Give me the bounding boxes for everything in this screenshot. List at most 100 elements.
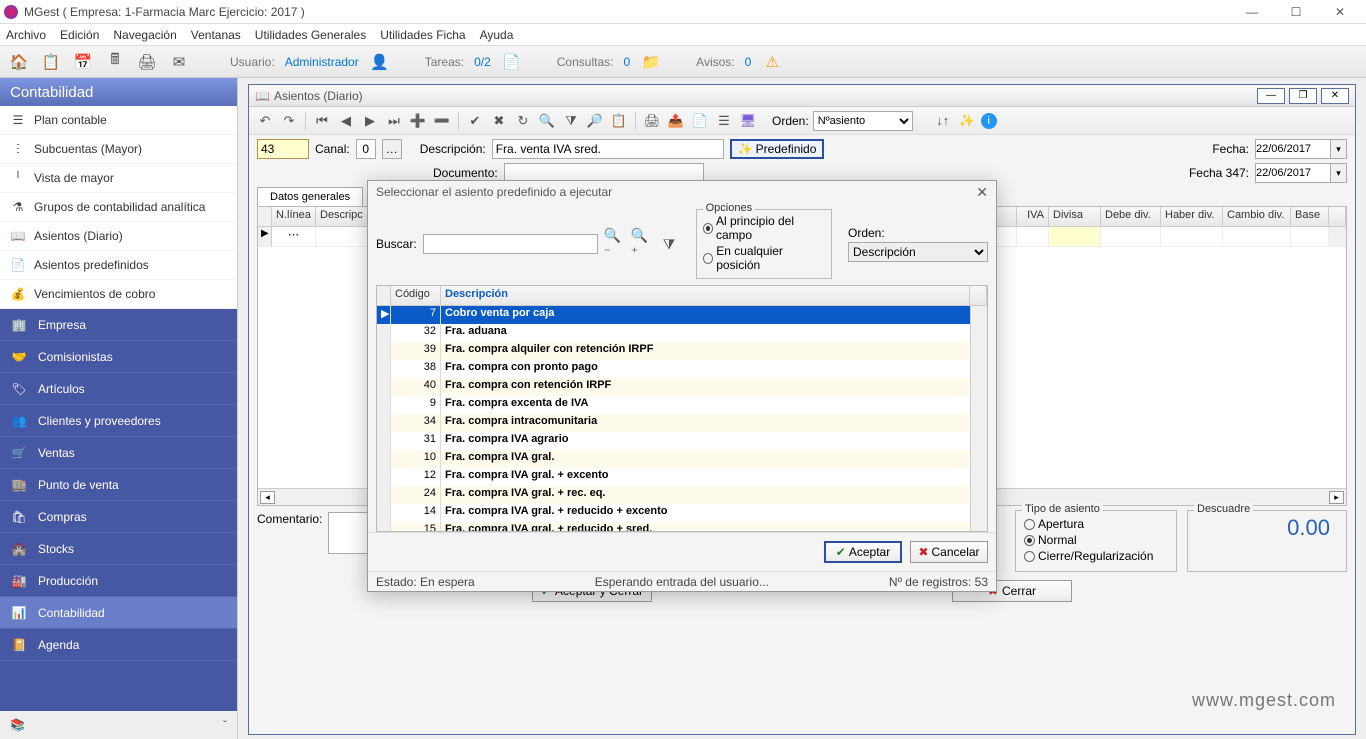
asiento-num-input[interactable] (257, 139, 309, 159)
tree-vista-mayor[interactable]: ╵Vista de mayor (0, 164, 237, 193)
modal-row[interactable]: 32Fra. aduana (377, 324, 987, 342)
canal-input[interactable] (356, 139, 376, 159)
col-descripcion[interactable]: Descripción (441, 286, 970, 305)
col-haberdiv[interactable]: Haber div. (1161, 207, 1223, 226)
col-iva[interactable]: IVA (1017, 207, 1049, 226)
menu-navegacion[interactable]: Navegación (113, 28, 176, 42)
book-icon[interactable]: 📚 (10, 718, 25, 732)
modal-row[interactable]: 12Fra. compra IVA gral. + excento (377, 468, 987, 486)
first-icon[interactable]: ⏮ (312, 111, 332, 131)
modal-vscroll[interactable] (970, 306, 987, 531)
tree-grupos-analitica[interactable]: ⚗Grupos de contabilidad analítica (0, 193, 237, 222)
buscar-input[interactable] (423, 234, 598, 254)
chevron-down-icon[interactable]: ˇ (223, 718, 227, 732)
section-compras[interactable]: 🛍Compras (0, 501, 237, 533)
minimize-button[interactable]: — (1230, 0, 1274, 24)
fecha347-input[interactable] (1255, 163, 1331, 183)
tasks-icon[interactable]: 📄 (501, 51, 523, 73)
orden-select[interactable]: Nºasiento (813, 111, 913, 131)
menu-utilidades-generales[interactable]: Utilidades Generales (255, 28, 366, 42)
mail-icon[interactable]: ✉ (168, 51, 190, 73)
print-icon[interactable]: 🖨 (136, 51, 158, 73)
folder-icon[interactable]: 📁 (640, 51, 662, 73)
modal-row[interactable]: 31Fra. compra IVA agrario (377, 432, 987, 450)
modal-row[interactable]: 10Fra. compra IVA gral. (377, 450, 987, 468)
scroll-right[interactable]: ▸ (1329, 491, 1344, 504)
radio-apertura[interactable]: Apertura (1024, 517, 1168, 531)
home-icon[interactable]: 🏠 (8, 51, 30, 73)
col-base[interactable]: Base (1291, 207, 1329, 226)
child-restore[interactable]: ❐ (1289, 88, 1317, 104)
menu-edicion[interactable]: Edición (60, 28, 99, 42)
section-ventas[interactable]: 🛒Ventas (0, 437, 237, 469)
tab-datos-generales[interactable]: Datos generales (257, 187, 363, 206)
calc-icon[interactable]: 🖩 (104, 51, 126, 73)
radio-principio[interactable]: Al principio del campo (703, 214, 825, 242)
col-debediv[interactable]: Debe div. (1101, 207, 1161, 226)
col-nlinea[interactable]: N.línea (272, 207, 316, 226)
last-icon[interactable]: ⏭ (384, 111, 404, 131)
search-icon[interactable]: 🔍 (537, 111, 557, 131)
descripcion-input[interactable] (492, 139, 724, 159)
zoom-out-icon[interactable]: 🔍⁻ (604, 233, 625, 255)
redo-icon[interactable]: ↷ (279, 111, 299, 131)
section-empresa[interactable]: 🏢Empresa (0, 309, 237, 341)
radio-normal[interactable]: Normal (1024, 533, 1168, 547)
radio-cualquier[interactable]: En cualquier posición (703, 244, 825, 272)
modal-row[interactable]: 14Fra. compra IVA gral. + reducido + exc… (377, 504, 987, 522)
modal-grid[interactable]: Código Descripción ▶7Cobro venta por caj… (376, 285, 988, 532)
section-articulos[interactable]: 🏷Artículos (0, 373, 237, 405)
menu-archivo[interactable]: Archivo (6, 28, 46, 42)
section-agenda[interactable]: 📔Agenda (0, 629, 237, 661)
modal-cancelar-button[interactable]: ✖Cancelar (910, 541, 988, 563)
zoom-in-icon[interactable]: 🔍⁺ (631, 233, 652, 255)
filter-icon[interactable]: ⧩ (658, 233, 679, 255)
wand-icon[interactable]: ✨ (957, 111, 977, 131)
zoom-icon[interactable]: 🔎 (585, 111, 605, 131)
section-contabilidad[interactable]: 📊Contabilidad (0, 597, 237, 629)
refresh-icon[interactable]: ↻ (513, 111, 533, 131)
list-icon[interactable]: ☰ (714, 111, 734, 131)
printer-icon[interactable]: 🖨 (642, 111, 662, 131)
col-descrip[interactable]: Descripc (316, 207, 368, 226)
col-codigo[interactable]: Código (391, 286, 441, 305)
modal-row[interactable]: 38Fra. compra con pronto pago (377, 360, 987, 378)
canal-lookup-button[interactable]: … (382, 139, 402, 159)
menu-ayuda[interactable]: Ayuda (480, 28, 514, 42)
sort-icon[interactable]: ↓↑ (933, 111, 953, 131)
check-icon[interactable]: ✔ (465, 111, 485, 131)
fecha347-dropdown[interactable]: ▾ (1331, 163, 1347, 183)
modal-row[interactable]: 9Fra. compra excenta de IVA (377, 396, 987, 414)
section-stocks[interactable]: 🏰Stocks (0, 533, 237, 565)
fecha-input[interactable] (1255, 139, 1331, 159)
maximize-button[interactable]: ☐ (1274, 0, 1318, 24)
menu-ventanas[interactable]: Ventanas (191, 28, 241, 42)
modal-aceptar-button[interactable]: ✔Aceptar (824, 541, 902, 563)
next-icon[interactable]: ▶ (360, 111, 380, 131)
copy-icon[interactable]: 📋 (609, 111, 629, 131)
cancel-icon[interactable]: ✖ (489, 111, 509, 131)
child-minimize[interactable]: — (1257, 88, 1285, 104)
tree-asientos-predef[interactable]: 📄Asientos predefinidos (0, 251, 237, 280)
tree-vencimientos[interactable]: 💰Vencimientos de cobro (0, 280, 237, 309)
scroll-left[interactable]: ◂ (260, 491, 275, 504)
col-divisa[interactable]: Divisa (1049, 207, 1101, 226)
modal-row[interactable]: 24Fra. compra IVA gral. + rec. eq. (377, 486, 987, 504)
add-icon[interactable]: ➕ (408, 111, 428, 131)
section-comisionistas[interactable]: 🤝Comisionistas (0, 341, 237, 373)
filter-icon[interactable]: ⧩ (561, 111, 581, 131)
doc2-icon[interactable]: 📄 (690, 111, 710, 131)
undo-icon[interactable]: ↶ (255, 111, 275, 131)
clipboard-icon[interactable]: 📋 (40, 51, 62, 73)
modal-row[interactable]: 39Fra. compra alquiler con retención IRP… (377, 342, 987, 360)
info-icon[interactable]: i (981, 113, 997, 129)
calendar-icon[interactable]: 📅 (72, 51, 94, 73)
menu-utilidades-ficha[interactable]: Utilidades Ficha (380, 28, 465, 42)
close-button[interactable]: ✕ (1318, 0, 1362, 24)
modal-row[interactable]: 34Fra. compra intracomunitaria (377, 414, 987, 432)
screen-icon[interactable]: 🖥 (738, 111, 758, 131)
section-clientes[interactable]: 👥Clientes y proveedores (0, 405, 237, 437)
section-produccion[interactable]: 🏭Producción (0, 565, 237, 597)
warning-icon[interactable]: ⚠ (761, 51, 783, 73)
modal-row[interactable]: ▶7Cobro venta por caja (377, 306, 987, 324)
